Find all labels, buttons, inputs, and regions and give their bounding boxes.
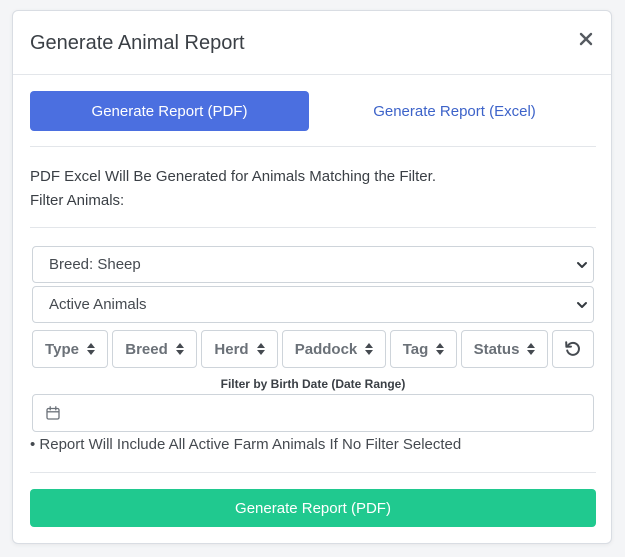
- filter-herd-button[interactable]: Herd: [201, 330, 278, 368]
- chevron-down-icon: [577, 302, 587, 308]
- filter-breed-label: Breed: [125, 340, 168, 358]
- filter-type-label: Type: [45, 340, 79, 358]
- calendar-icon: [46, 406, 60, 420]
- report-format-tabs: Generate Report (PDF) Generate Report (E…: [30, 91, 596, 131]
- status-select-value: Active Animals: [49, 296, 147, 313]
- birth-date-range-input[interactable]: [32, 394, 594, 432]
- divider: [30, 146, 596, 147]
- filter-paddock-label: Paddock: [294, 340, 358, 358]
- chevron-down-icon: [577, 262, 587, 268]
- reset-icon: [565, 341, 580, 356]
- close-button[interactable]: [577, 29, 595, 49]
- reset-filters-button[interactable]: [552, 330, 594, 368]
- divider: [30, 472, 596, 473]
- tab-excel[interactable]: Generate Report (Excel): [313, 91, 596, 131]
- modal-title: Generate Animal Report: [30, 32, 245, 54]
- sort-icon: [365, 343, 374, 355]
- filter-tag-label: Tag: [402, 340, 429, 358]
- filter-animals-heading: Filter Animals:: [30, 192, 125, 209]
- sort-icon: [527, 343, 536, 355]
- sort-icon: [175, 343, 184, 355]
- generate-report-modal: Generate Animal Report Generate Report (…: [12, 10, 612, 544]
- tab-pdf[interactable]: Generate Report (PDF): [30, 91, 309, 131]
- filter-status-label: Status: [473, 340, 520, 358]
- filter-type-button[interactable]: Type: [32, 330, 108, 368]
- modal-header: Generate Animal Report: [13, 11, 611, 75]
- breed-select-value: Breed: Sheep: [49, 256, 141, 273]
- sort-icon: [436, 343, 445, 355]
- status-select[interactable]: Active Animals: [32, 286, 594, 323]
- filter-herd-label: Herd: [214, 340, 249, 358]
- divider: [30, 227, 596, 228]
- info-text-generated: PDF Excel Will Be Generated for Animals …: [30, 168, 436, 185]
- sort-icon: [256, 343, 265, 355]
- filter-breed-button[interactable]: Breed: [112, 330, 197, 368]
- filter-status-button[interactable]: Status: [461, 330, 548, 368]
- filter-tag-button[interactable]: Tag: [390, 330, 457, 368]
- sort-icon: [86, 343, 95, 355]
- generate-report-button[interactable]: Generate Report (PDF): [30, 489, 596, 527]
- close-icon: [579, 32, 593, 46]
- filter-paddock-button[interactable]: Paddock: [282, 330, 386, 368]
- no-filter-note: • Report Will Include All Active Farm An…: [30, 436, 462, 453]
- breed-select[interactable]: Breed: Sheep: [32, 246, 594, 283]
- birth-date-filter-label: Filter by Birth Date (Date Range): [220, 377, 406, 391]
